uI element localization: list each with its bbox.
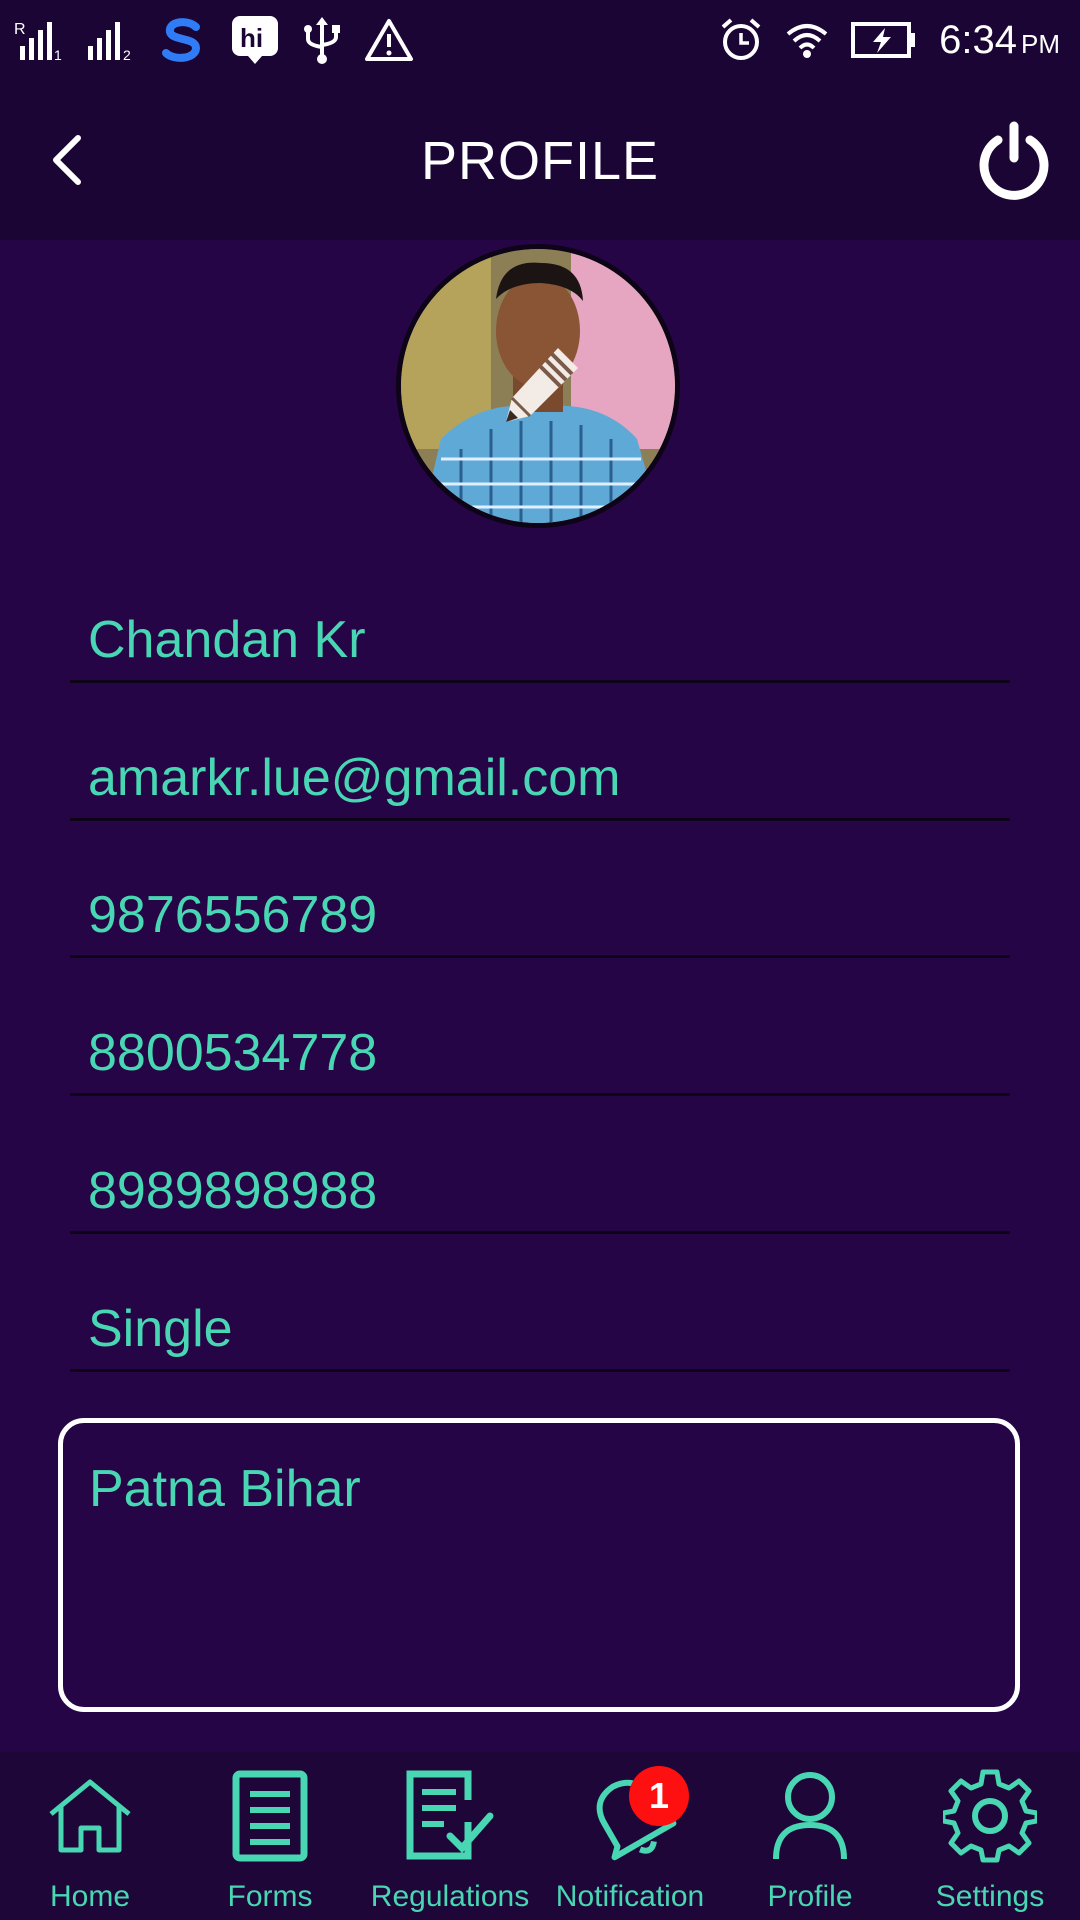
bottom-navigation: Home Forms Regulations 1 Notification Pr… — [0, 1752, 1080, 1920]
phone-value-2: 8800534778 — [88, 1024, 378, 1082]
nav-label-forms: Forms — [227, 1880, 313, 1913]
nav-notification[interactable]: 1 Notification — [545, 1752, 715, 1920]
notification-badge: 1 — [629, 1766, 689, 1826]
nav-regulations[interactable]: Regulations — [365, 1752, 535, 1920]
phone-field-1[interactable]: 9876556789 — [70, 885, 1010, 958]
phone-value-1: 9876556789 — [88, 886, 378, 944]
logout-button[interactable] — [974, 116, 1054, 204]
svg-text:hi: hi — [240, 23, 263, 53]
home-icon — [49, 1779, 131, 1853]
name-value: Chandan Kr — [88, 611, 366, 669]
signal-2-icon: 2 — [86, 18, 136, 62]
page-title: PROFILE — [420, 131, 660, 191]
svg-text:1: 1 — [54, 47, 62, 62]
nav-settings[interactable]: Settings — [905, 1752, 1075, 1920]
marital-status-value: Single — [88, 1300, 233, 1358]
power-icon — [979, 121, 1049, 200]
wifi-icon — [785, 20, 829, 60]
nav-forms[interactable]: Forms — [185, 1752, 355, 1920]
svg-text:R: R — [14, 21, 26, 38]
name-field[interactable]: Chandan Kr — [70, 610, 1010, 683]
address-field[interactable]: Patna Bihar — [58, 1418, 1020, 1712]
svg-text:2: 2 — [123, 47, 131, 62]
address-value: Patna Bihar — [89, 1460, 361, 1518]
pencil-icon — [506, 348, 578, 422]
signal-r-icon: R 1 — [14, 18, 64, 62]
phone-field-2[interactable]: 8800534778 — [70, 1023, 1010, 1096]
usb-icon — [302, 15, 342, 65]
nav-home[interactable]: Home — [5, 1752, 175, 1920]
edit-photo-button[interactable] — [496, 340, 586, 430]
email-value: amarkr.lue@gmail.com — [88, 749, 621, 807]
phone-field-3[interactable]: 8989898988 — [70, 1161, 1010, 1234]
nav-label-notification: Notification — [555, 1880, 705, 1913]
nav-profile[interactable]: Profile — [725, 1752, 895, 1920]
hi-app-icon: hi — [230, 14, 280, 66]
status-bar: R 1 2 hi 6:34 PM — [0, 0, 1080, 80]
warning-icon — [364, 18, 414, 62]
gear-icon — [943, 1769, 1037, 1863]
app-bar: PROFILE — [0, 80, 1080, 240]
nav-label-regulations: Regulations — [370, 1880, 530, 1913]
email-field[interactable]: amarkr.lue@gmail.com — [70, 748, 1010, 821]
battery-charging-icon — [851, 20, 917, 60]
nav-label-settings: Settings — [935, 1880, 1045, 1913]
user-icon — [773, 1772, 847, 1860]
document-icon — [232, 1770, 308, 1862]
marital-status-field[interactable]: Single — [70, 1299, 1010, 1372]
phone-value-3: 8989898988 — [88, 1162, 378, 1220]
checklist-icon — [406, 1770, 494, 1860]
nav-label-profile: Profile — [767, 1880, 853, 1913]
clock: 6:34 PM — [939, 17, 1060, 62]
alarm-icon — [719, 17, 763, 63]
s-app-icon — [158, 15, 208, 65]
